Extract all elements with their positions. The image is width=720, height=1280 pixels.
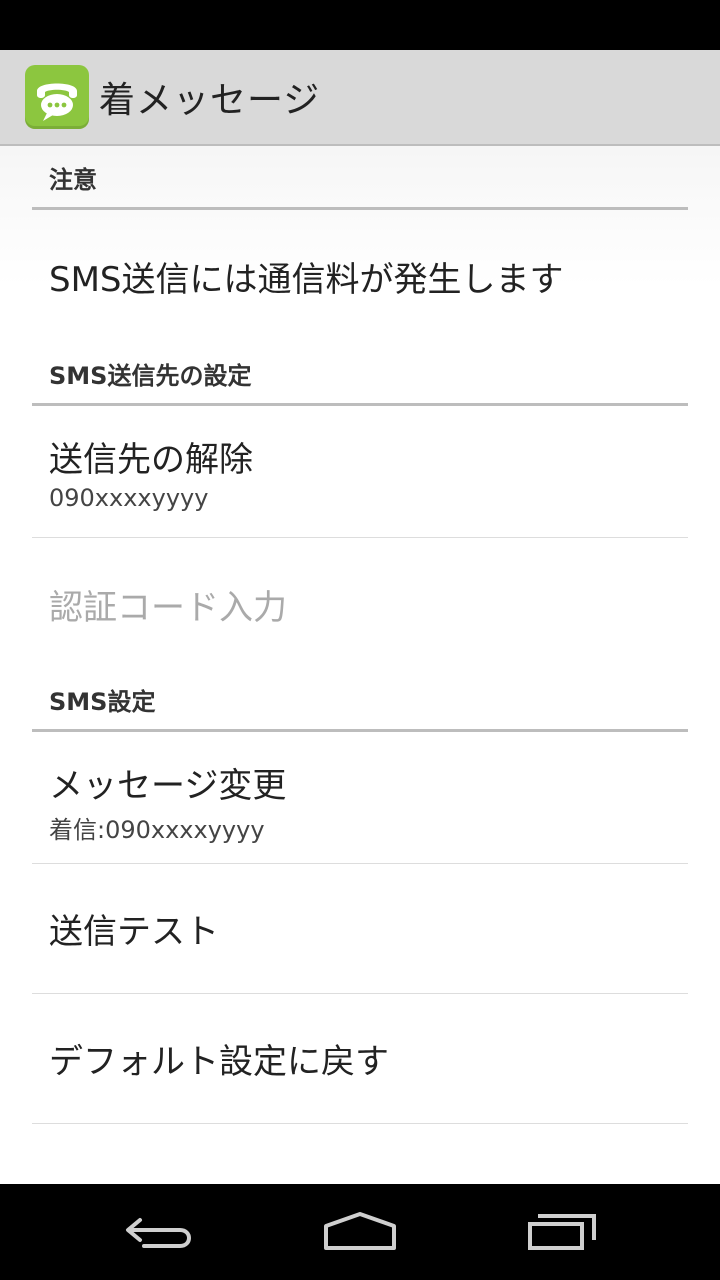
category-caution: 注意 bbox=[32, 146, 688, 210]
settings-screen: 着メッセージ 注意 SMS送信には通信料が発生します SMS送信先の設定 送信先… bbox=[0, 0, 720, 1280]
pref-auth-code-input-title: 認証コード入力 bbox=[49, 588, 287, 628]
phone-chat-icon bbox=[25, 65, 89, 129]
category-sms-settings-label: SMS設定 bbox=[49, 688, 156, 716]
pref-sms-charge-notice-title: SMS送信には通信料が発生します bbox=[49, 260, 564, 300]
pref-unregister-destination-summary: 090xxxxyyyy bbox=[49, 484, 209, 512]
back-icon[interactable] bbox=[100, 1202, 220, 1262]
pref-sms-charge-notice: SMS送信には通信料が発生します bbox=[32, 210, 688, 336]
pref-send-test[interactable]: 送信テスト bbox=[32, 864, 688, 994]
category-caution-label: 注意 bbox=[49, 166, 97, 194]
pref-change-message-summary: 着信:090xxxxyyyy bbox=[49, 816, 265, 844]
category-sms-settings: SMS設定 bbox=[32, 662, 688, 732]
pref-change-message[interactable]: メッセージ変更 着信:090xxxxyyyy bbox=[32, 732, 688, 864]
category-destination-label: SMS送信先の設定 bbox=[49, 362, 252, 390]
action-bar: 着メッセージ bbox=[0, 50, 720, 146]
pref-auth-code-input: 認証コード入力 bbox=[32, 538, 688, 662]
status-bar bbox=[0, 0, 720, 50]
pref-unregister-destination-title: 送信先の解除 bbox=[49, 440, 253, 480]
pref-reset-defaults[interactable]: デフォルト設定に戻す bbox=[32, 994, 688, 1124]
pref-change-message-title: メッセージ変更 bbox=[49, 766, 287, 806]
preference-list: 注意 SMS送信には通信料が発生します SMS送信先の設定 送信先の解除 090… bbox=[0, 146, 720, 1184]
navigation-bar bbox=[0, 1184, 720, 1280]
app-title: 着メッセージ bbox=[99, 80, 321, 121]
pref-reset-defaults-title: デフォルト設定に戻す bbox=[49, 1042, 389, 1082]
home-icon[interactable] bbox=[300, 1202, 420, 1262]
category-destination: SMS送信先の設定 bbox=[32, 336, 688, 406]
pref-send-test-title: 送信テスト bbox=[49, 912, 219, 952]
recents-icon[interactable] bbox=[500, 1202, 620, 1262]
pref-unregister-destination[interactable]: 送信先の解除 090xxxxyyyy bbox=[32, 406, 688, 538]
